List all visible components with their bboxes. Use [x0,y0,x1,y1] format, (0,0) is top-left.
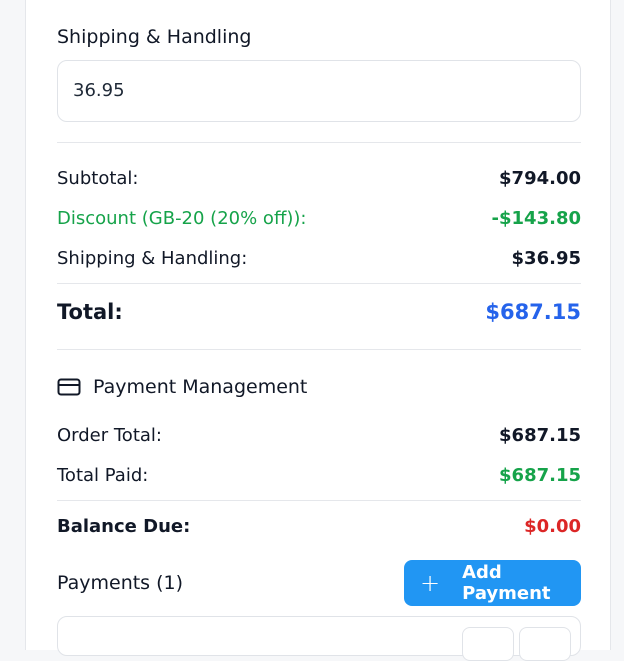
total-paid-label: Total Paid: [57,465,149,486]
credit-card-icon [57,378,81,396]
discount-label: Discount (GB-20 (20% off)): [57,208,307,229]
shipping-field-label: Shipping & Handling [57,26,252,48]
subtotal-row: Subtotal: $794.00 [57,167,581,191]
subtotal-value: $794.00 [499,168,581,189]
payments-header: Payments (1) + Add Payment [57,560,581,606]
edit-payment-button[interactable] [462,627,514,661]
order-total-value: $687.15 [499,425,581,446]
total-label: Total: [57,300,123,324]
total-paid-value: $687.15 [499,465,581,486]
divider [57,283,581,284]
subtotal-label: Subtotal: [57,168,139,189]
order-total-label: Order Total: [57,425,162,446]
balance-due-value: $0.00 [524,516,581,537]
payments-label: Payments (1) [57,572,184,594]
delete-payment-button[interactable] [519,627,571,661]
add-payment-button[interactable]: + Add Payment [404,560,581,606]
total-paid-row: Total Paid: $687.15 [57,464,581,488]
plus-icon: + [420,569,441,597]
shipping-value: $36.95 [511,248,581,269]
divider [57,142,581,143]
balance-due-row: Balance Due: $0.00 [57,515,581,539]
total-row: Total: $687.15 [57,300,581,324]
divider [57,349,581,350]
payment-item [57,616,581,661]
total-value: $687.15 [485,300,581,324]
order-total-row: Order Total: $687.15 [57,424,581,448]
add-payment-label: Add Payment [462,562,551,604]
shipping-row: Shipping & Handling: $36.95 [57,247,581,271]
discount-row: Discount (GB-20 (20% off)): -$143.80 [57,207,581,231]
balance-due-label: Balance Due: [57,516,191,537]
discount-value: -$143.80 [491,208,581,229]
payment-management-title: Payment Management [93,376,308,398]
shipping-handling-input[interactable]: 36.95 [57,60,581,122]
payment-management-header: Payment Management [57,375,307,399]
divider [57,500,581,501]
shipping-label: Shipping & Handling: [57,248,248,269]
order-summary-card: Shipping & Handling 36.95 Subtotal: $794… [25,0,611,661]
